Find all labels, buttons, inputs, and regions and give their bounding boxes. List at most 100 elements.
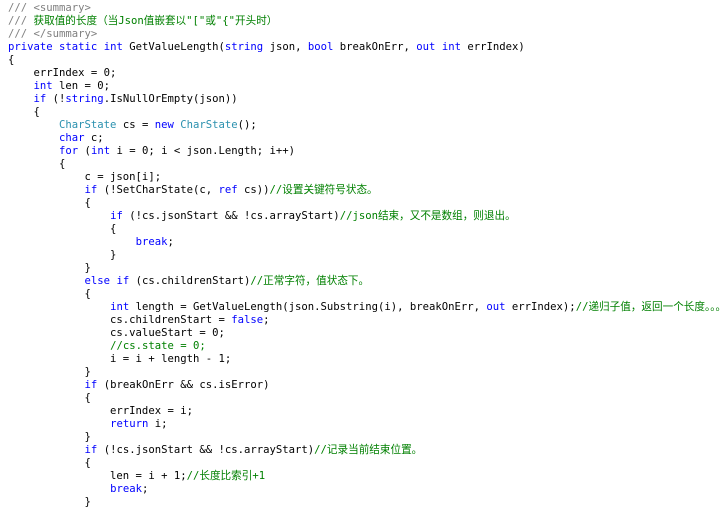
code-line[interactable]: /// </summary> bbox=[8, 28, 721, 41]
code-line[interactable]: c = json[i]; bbox=[8, 171, 721, 184]
code-token: cs = bbox=[116, 119, 155, 131]
code-line[interactable]: } bbox=[8, 431, 721, 444]
code-token: if bbox=[110, 210, 123, 222]
code-line[interactable]: i = i + length - 1; bbox=[8, 353, 721, 366]
code-token: (); bbox=[237, 119, 257, 131]
code-token: int bbox=[103, 41, 123, 53]
code-token: ref bbox=[218, 184, 238, 196]
code-line[interactable]: { bbox=[8, 54, 721, 67]
code-token: out bbox=[416, 41, 436, 53]
code-token: c = json[i]; bbox=[8, 171, 162, 183]
code-line[interactable]: /// 获取值的长度（当Json值嵌套以"["或"{"开头时） bbox=[8, 15, 721, 28]
code-token: ( bbox=[78, 145, 91, 157]
code-token: i = 0; i < json.Length; i++) bbox=[110, 145, 296, 157]
code-line[interactable]: if (!string.IsNullOrEmpty(json)) bbox=[8, 93, 721, 106]
code-line[interactable]: char c; bbox=[8, 132, 721, 145]
code-line[interactable]: errIndex = i; bbox=[8, 405, 721, 418]
code-token: ; bbox=[167, 236, 174, 248]
code-token: //长度比索引+1 bbox=[186, 470, 266, 482]
code-line[interactable]: { bbox=[8, 197, 721, 210]
code-line[interactable]: len = i + 1;//长度比索引+1 bbox=[8, 470, 721, 483]
code-line[interactable]: } bbox=[8, 366, 721, 379]
code-token: <summary> bbox=[33, 2, 91, 14]
code-line[interactable]: { bbox=[8, 457, 721, 470]
code-line[interactable]: CharState cs = new CharState(); bbox=[8, 119, 721, 132]
code-line[interactable]: int length = GetValueLength(json.Substri… bbox=[8, 301, 721, 314]
code-token: errIndex = 0; bbox=[8, 67, 117, 79]
code-line[interactable]: break; bbox=[8, 483, 721, 496]
code-line[interactable]: { bbox=[8, 158, 721, 171]
code-token: errIndex) bbox=[460, 41, 525, 53]
code-line[interactable]: } bbox=[8, 496, 721, 507]
code-line[interactable]: /// <summary> bbox=[8, 2, 721, 15]
code-token: /// bbox=[8, 2, 34, 14]
code-token: c; bbox=[84, 132, 104, 144]
code-token: ; bbox=[141, 483, 149, 495]
code-token: false bbox=[231, 314, 264, 326]
code-lines: /// <summary>/// 获取值的长度（当Json值嵌套以"["或"{"… bbox=[8, 2, 721, 507]
code-token: } bbox=[8, 262, 91, 274]
code-token: { bbox=[8, 54, 15, 66]
code-line[interactable]: if (!SetCharState(c, ref cs))//设置关键符号状态。 bbox=[8, 184, 721, 197]
code-token: } bbox=[8, 496, 91, 507]
code-line[interactable]: if (!cs.jsonStart && !cs.arrayStart)//js… bbox=[8, 210, 721, 223]
code-token: i = i + length - 1; bbox=[8, 353, 232, 365]
code-token: if bbox=[84, 444, 98, 456]
code-token: static bbox=[59, 41, 98, 53]
code-token: private bbox=[8, 41, 53, 53]
code-token: } bbox=[8, 431, 91, 443]
code-line[interactable]: else if (cs.childrenStart)//正常字符，值状态下。 bbox=[8, 275, 721, 288]
code-line[interactable]: { bbox=[8, 106, 721, 119]
code-token: new bbox=[154, 119, 174, 131]
code-token: CharState bbox=[180, 119, 238, 131]
code-line[interactable]: //cs.state = 0; bbox=[8, 340, 721, 353]
code-token: .IsNullOrEmpty(json)) bbox=[103, 93, 238, 105]
code-line[interactable]: return i; bbox=[8, 418, 721, 431]
code-line[interactable]: if (!cs.jsonStart && !cs.arrayStart)//记录… bbox=[8, 444, 721, 457]
code-token: GetValueLength( bbox=[122, 41, 225, 53]
code-token: if bbox=[84, 379, 98, 391]
code-token: if bbox=[116, 275, 130, 287]
code-token: int bbox=[110, 301, 130, 313]
code-token: { bbox=[8, 158, 66, 170]
code-line[interactable]: break; bbox=[8, 236, 721, 249]
code-line[interactable]: errIndex = 0; bbox=[8, 67, 721, 80]
code-token: { bbox=[8, 197, 91, 209]
code-line[interactable]: private static int GetValueLength(string… bbox=[8, 41, 721, 54]
code-token: (!cs.jsonStart && !cs.arrayStart) bbox=[97, 444, 315, 456]
code-line[interactable]: { bbox=[8, 392, 721, 405]
code-token: return bbox=[110, 418, 149, 430]
code-line[interactable]: } bbox=[8, 249, 721, 262]
code-token: { bbox=[8, 392, 91, 404]
code-token: if bbox=[33, 93, 47, 105]
code-line[interactable]: if (breakOnErr && cs.isError) bbox=[8, 379, 721, 392]
code-line[interactable]: cs.valueStart = 0; bbox=[8, 327, 721, 340]
code-token: json, bbox=[263, 41, 308, 53]
code-line[interactable]: cs.childrenStart = false; bbox=[8, 314, 721, 327]
code-token: (cs.childrenStart) bbox=[129, 275, 251, 287]
code-line[interactable]: { bbox=[8, 223, 721, 236]
code-token: { bbox=[8, 457, 91, 469]
code-token: int bbox=[90, 145, 111, 157]
code-token: //json结束，又不是数组，则退出。 bbox=[339, 210, 516, 222]
code-line[interactable]: { bbox=[8, 288, 721, 301]
code-token: (! bbox=[46, 93, 66, 105]
code-line[interactable]: int len = 0; bbox=[8, 80, 721, 93]
code-line[interactable]: for (int i = 0; i < json.Length; i++) bbox=[8, 145, 721, 158]
code-token: length = GetValueLength(json.Substring(i… bbox=[129, 301, 487, 313]
code-editor[interactable]: /// <summary>/// 获取值的长度（当Json值嵌套以"["或"{"… bbox=[0, 0, 721, 507]
code-token: /// bbox=[8, 15, 34, 27]
code-token: (!cs.jsonStart && !cs.arrayStart) bbox=[122, 210, 340, 222]
code-line[interactable]: } bbox=[8, 262, 721, 275]
code-token: (!SetCharState(c, bbox=[97, 184, 219, 196]
code-token: else bbox=[84, 275, 111, 287]
